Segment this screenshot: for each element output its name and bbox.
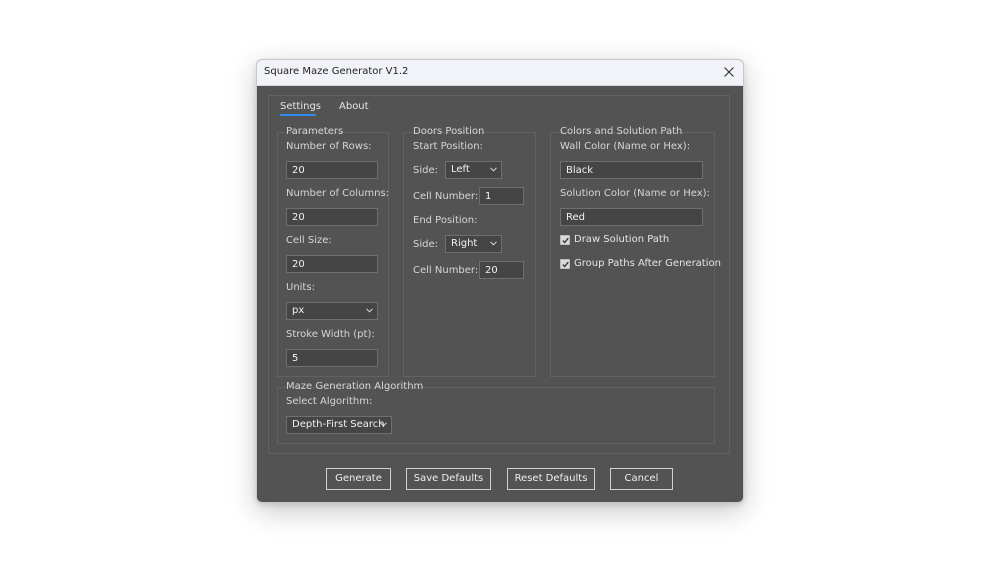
wall-color-label: Wall Color (Name or Hex): [560, 141, 691, 152]
generate-button[interactable]: Generate [326, 468, 391, 490]
start-cell-input[interactable] [479, 187, 524, 205]
checkmark-icon [562, 237, 569, 244]
chevron-down-icon [490, 167, 497, 172]
start-side-select[interactable]: Left [445, 161, 502, 179]
cell-size-label: Cell Size: [286, 235, 332, 246]
units-select[interactable]: px [286, 302, 378, 320]
window-title: Square Maze Generator V1.2 [264, 66, 409, 77]
cancel-button[interactable]: Cancel [610, 468, 673, 490]
tab-settings[interactable]: Settings [280, 101, 321, 112]
save-defaults-button[interactable]: Save Defaults [406, 468, 491, 490]
group-paths-label[interactable]: Group Paths After Generation [574, 258, 721, 269]
start-cell-label: Cell Number: [413, 191, 479, 202]
end-side-value: Right [451, 238, 478, 249]
end-position-label: End Position: [413, 215, 478, 226]
doors-group-title: Doors Position [413, 126, 485, 137]
select-algorithm-label: Select Algorithm: [286, 396, 373, 407]
solution-color-input[interactable] [560, 208, 703, 226]
stroke-width-input[interactable] [286, 349, 378, 367]
draw-solution-path-checkbox[interactable] [560, 235, 570, 245]
algorithm-select-value: Depth-First Search [292, 419, 385, 430]
algorithm-select[interactable]: Depth-First Search [286, 416, 392, 434]
chevron-down-icon [490, 241, 497, 246]
active-tab-indicator [280, 114, 316, 116]
stroke-width-label: Stroke Width (pt): [286, 329, 375, 340]
end-side-label: Side: [413, 239, 438, 250]
rows-label: Number of Rows: [286, 141, 372, 152]
title-bar: Square Maze Generator V1.2 [257, 60, 743, 86]
parameters-group-title: Parameters [286, 126, 344, 137]
checkmark-icon [562, 261, 569, 268]
chevron-down-icon [366, 308, 373, 313]
start-side-value: Left [451, 164, 470, 175]
columns-label: Number of Columns: [286, 188, 390, 199]
start-position-label: Start Position: [413, 141, 483, 152]
columns-input[interactable] [286, 208, 378, 226]
end-side-select[interactable]: Right [445, 235, 502, 253]
close-icon [724, 67, 734, 77]
start-side-label: Side: [413, 165, 438, 176]
units-select-value: px [292, 305, 305, 316]
cell-size-input[interactable] [286, 255, 378, 273]
reset-defaults-button[interactable]: Reset Defaults [507, 468, 595, 490]
end-cell-label: Cell Number: [413, 265, 479, 276]
maze-generator-dialog: Square Maze Generator V1.2 Settings Abou… [256, 59, 744, 503]
units-label: Units: [286, 282, 315, 293]
wall-color-input[interactable] [560, 161, 703, 179]
draw-solution-path-label[interactable]: Draw Solution Path [574, 234, 669, 245]
colors-group-title: Colors and Solution Path [560, 126, 683, 137]
chevron-down-icon [380, 422, 387, 427]
tab-about[interactable]: About [339, 101, 369, 112]
rows-input[interactable] [286, 161, 378, 179]
solution-color-label: Solution Color (Name or Hex): [560, 188, 710, 199]
close-button[interactable] [715, 60, 743, 85]
algorithm-group-title: Maze Generation Algorithm [286, 381, 424, 392]
group-paths-checkbox[interactable] [560, 259, 570, 269]
end-cell-input[interactable] [479, 261, 524, 279]
